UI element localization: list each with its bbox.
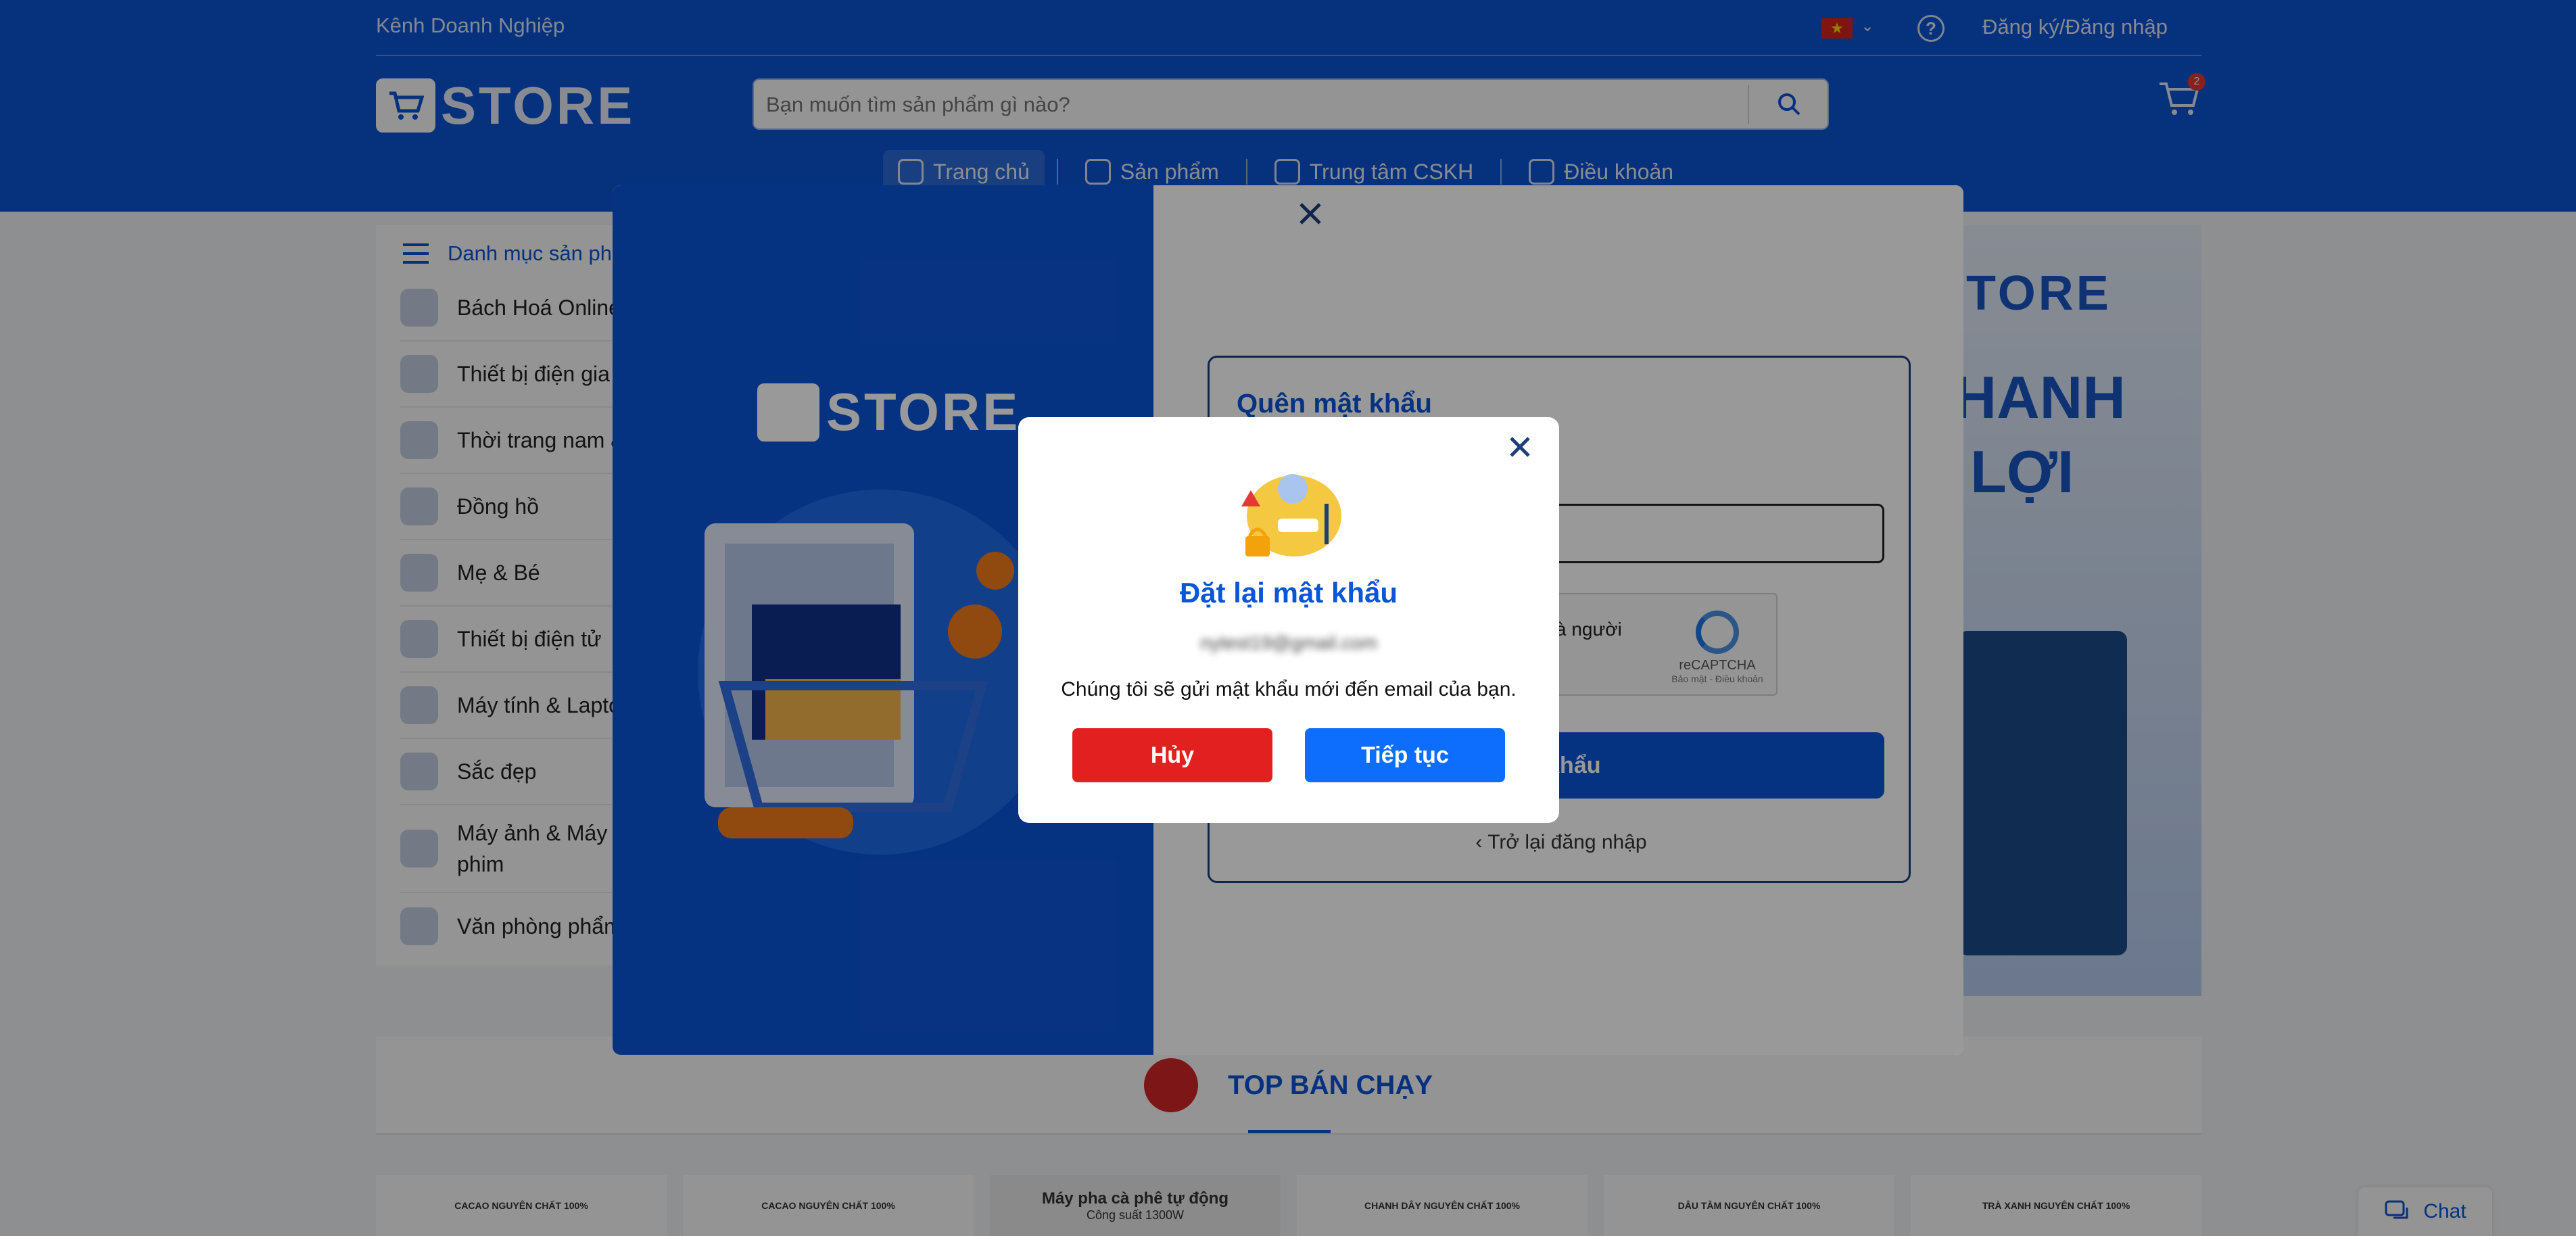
masked-email: nytest19@gmail.com bbox=[1200, 632, 1377, 653]
dialog-message: Chúng tôi sẽ gửi mật khẩu mới đến email … bbox=[1061, 678, 1517, 700]
cancel-button[interactable]: Hủy bbox=[1072, 728, 1272, 782]
dialog-title: Đặt lại mật khẩu bbox=[1179, 577, 1398, 609]
reset-password-dialog: Đặt lại mật khẩu nytest19@gmail.com Chún… bbox=[1018, 417, 1559, 823]
continue-button[interactable]: Tiếp tục bbox=[1305, 728, 1505, 782]
close-icon[interactable] bbox=[1506, 433, 1533, 460]
password-reset-illustration-icon bbox=[1241, 474, 1341, 556]
